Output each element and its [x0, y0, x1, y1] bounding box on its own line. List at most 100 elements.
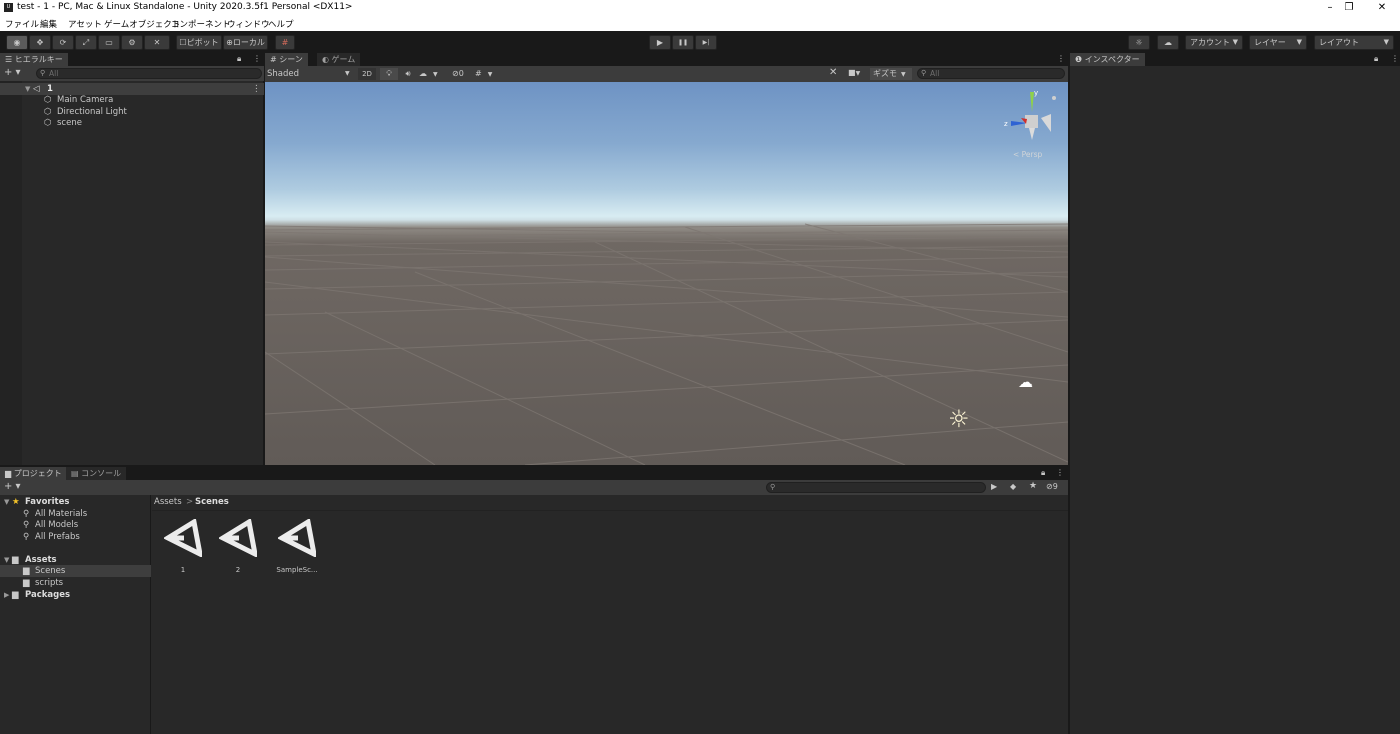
play-button[interactable]: ▶ [649, 35, 671, 50]
menu-assets[interactable]: アセット [68, 18, 102, 30]
favorites-label: Favorites [25, 497, 70, 507]
pause-button[interactable]: ❚❚ [672, 35, 694, 50]
project-panel: ▆ プロジェクト ▤ コンソール 🔒︎ ⋮ + ▾ ⚲ ▶ ◆ ★ ⊘9 ▼ ★… [0, 466, 1068, 734]
menu-help[interactable]: ヘルプ [268, 18, 294, 30]
folder-item[interactable]: ▆ Scenes [0, 565, 151, 577]
effects-dropdown[interactable]: ☁ ▼ [419, 68, 449, 80]
breadcrumb-assets[interactable]: Assets [154, 497, 182, 507]
favorite-item[interactable]: ⚲ All Prefabs [0, 531, 151, 543]
hidden-packages-toggle[interactable]: ⊘9 [1046, 482, 1058, 491]
transform-tool-icon[interactable]: ⚙ [121, 35, 143, 50]
restore-button[interactable]: ❐ [1331, 0, 1367, 16]
shading-mode-dropdown[interactable]: Shaded ▼ [267, 68, 353, 80]
title-bar: U test - 1 - PC, Mac & Linux Standalone … [0, 0, 1400, 16]
hierarchy-item-label: Main Camera [57, 95, 114, 105]
custom-tool-icon[interactable]: ✕ [144, 35, 170, 50]
hierarchy-search-placeholder: All [49, 69, 59, 78]
menu-window[interactable]: ウィンドウ [227, 18, 270, 30]
scene-search-input[interactable]: ⚲ All [917, 68, 1065, 79]
rect-tool-icon[interactable]: ▭ [98, 35, 120, 50]
tab-game[interactable]: ◐ ゲーム [317, 53, 361, 66]
step-button[interactable]: ▶| [695, 35, 717, 50]
scene-toolbar: Shaded ▼ 2D 💡︎ 🔊︎ ☁ ▼ ⊘0 # ▼ ✕ ■▼ ギズモ ▼ ⚲ All [265, 66, 1068, 82]
account-label: アカウント [1190, 38, 1230, 47]
hierarchy-gutter [0, 81, 22, 465]
hidden-objects-toggle[interactable]: ⊘0 [452, 68, 472, 80]
scene-viewport[interactable]: z y < Persp ☁ ☼ [265, 82, 1068, 465]
menu-edit[interactable]: 編集 [40, 18, 57, 30]
favorite-star-icon[interactable]: ★ [1029, 481, 1037, 491]
pivot-toggle[interactable]: ☐ピボット [176, 35, 222, 50]
grid-dropdown[interactable]: # ▼ [475, 68, 503, 80]
menu-gameobject[interactable]: ゲームオブジェクト [104, 18, 180, 30]
tab-hierarchy[interactable]: ☰ ヒエラルキー [0, 53, 68, 66]
more-options-icon[interactable]: ⋮ [253, 54, 261, 63]
local-global-toggle[interactable]: ⊕ローカル [223, 35, 268, 50]
menu-component[interactable]: コンポーネント [171, 18, 231, 30]
lighting-icon[interactable]: 💡︎ [380, 68, 398, 80]
tab-project[interactable]: ▆ プロジェクト [0, 467, 67, 480]
account-dropdown[interactable]: アカウント ▼ [1185, 35, 1243, 50]
favorites-row[interactable]: ▼ ★ Favorites [0, 496, 151, 508]
hierarchy-search-input[interactable]: ⚲ All [36, 68, 262, 79]
close-button[interactable]: ✕ [1364, 0, 1400, 16]
tab-inspector[interactable]: ❶ インスペクター [1070, 53, 1145, 66]
2d-toggle[interactable]: 2D [358, 68, 376, 80]
tab-console-label: コンソール [81, 469, 122, 478]
tools-icon[interactable]: ✕ [829, 67, 837, 78]
info-icon: ❶ [1075, 55, 1085, 64]
scene-asset[interactable]: 2 [213, 517, 263, 574]
pivot-icon: ☐ [179, 38, 187, 47]
favorite-item-label: All Models [35, 520, 79, 530]
tab-scene[interactable]: # シーン [265, 53, 308, 66]
inspector-tabbar: ❶ インスペクター 🔒︎ ⋮ [1070, 53, 1400, 66]
more-options-icon[interactable]: ⋮ [1391, 54, 1399, 63]
camera-dropdown[interactable]: ■▼ [848, 68, 860, 77]
hierarchy-item[interactable]: ⬡ scene [0, 117, 264, 129]
chevron-down-icon: ▼ [901, 71, 906, 78]
cloud-icon[interactable]: ☁ [1157, 35, 1179, 50]
scene-asset[interactable]: 1 [158, 517, 208, 574]
collab-icon[interactable]: ☼ [1128, 35, 1150, 50]
camera-gizmo-icon[interactable]: ☁ [1018, 373, 1033, 391]
scene-asset[interactable]: SampleSc... [272, 517, 322, 574]
sun-light-icon[interactable]: ☼ [948, 405, 970, 433]
more-options-icon[interactable]: ⋮ [1056, 468, 1064, 477]
favorite-item[interactable]: ⚲ All Models [0, 519, 151, 531]
view-tool-icon[interactable]: ◉ [6, 35, 28, 50]
menu-file[interactable]: ファイル [5, 18, 39, 30]
filter-type-icon[interactable]: ▶ [991, 482, 997, 491]
audio-icon[interactable]: 🔊︎ [400, 68, 416, 80]
lock-icon[interactable]: 🔒︎ [237, 54, 241, 64]
breadcrumb-scenes[interactable]: Scenes [195, 497, 229, 507]
label-tag-icon[interactable]: ◆ [1010, 482, 1016, 491]
gizmos-dropdown[interactable]: ギズモ ▼ [870, 68, 912, 80]
tab-console[interactable]: ▤ コンソール [66, 467, 127, 480]
expand-arrow-icon[interactable]: ▶ [4, 589, 9, 601]
more-options-icon[interactable]: ⋮ [1057, 54, 1065, 63]
rotate-tool-icon[interactable]: ⟳ [52, 35, 74, 50]
move-tool-icon[interactable]: ✥ [29, 35, 51, 50]
lock-icon[interactable]: 🔒︎ [1374, 54, 1378, 64]
folder-item[interactable]: ▆ scripts [0, 577, 151, 589]
packages-row[interactable]: ▶ ▆ Packages [0, 589, 151, 601]
lock-icon[interactable]: 🔒︎ [1041, 468, 1045, 478]
scale-tool-icon[interactable]: ⤢ [75, 35, 97, 50]
shading-mode-label: Shaded [267, 69, 300, 79]
tab-hierarchy-label: ヒエラルキー [14, 55, 63, 64]
persp-label[interactable]: < Persp [1013, 150, 1042, 159]
folder-icon: ▆ [23, 578, 30, 588]
gameobject-cube-icon: ⬡ [44, 118, 52, 128]
orientation-gizmo[interactable]: z y < Persp [1003, 88, 1063, 160]
add-button[interactable]: + ▾ [4, 67, 21, 78]
expand-arrow-icon[interactable]: ▼ [4, 496, 9, 508]
add-button[interactable]: + ▾ [4, 481, 21, 492]
layers-dropdown[interactable]: レイヤー ▼ [1249, 35, 1307, 50]
grid-snap-icon[interactable]: # [275, 35, 295, 50]
tab-game-label: ゲーム [331, 55, 356, 64]
layout-dropdown[interactable]: レイアウト ▼ [1314, 35, 1394, 50]
tab-scene-label: シーン [279, 55, 303, 64]
hierarchy-item[interactable]: ⬡ Main Camera [0, 94, 264, 106]
project-search-input[interactable]: ⚲ [766, 482, 986, 493]
folder-item-label: scripts [35, 578, 64, 588]
